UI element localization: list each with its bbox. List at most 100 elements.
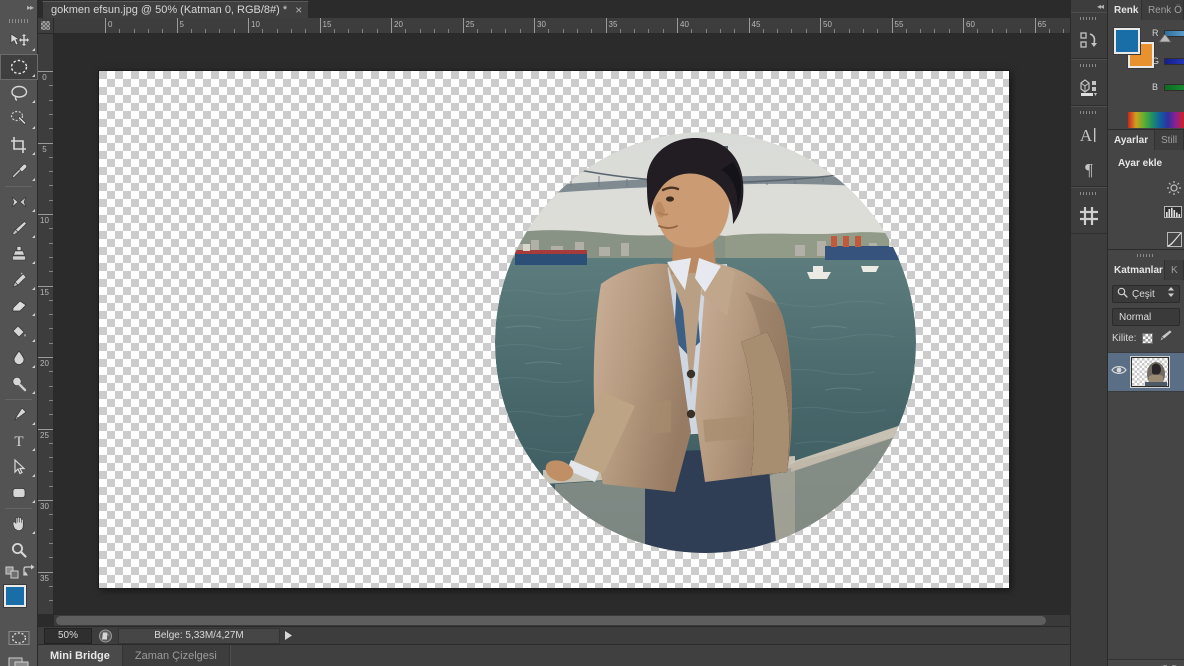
tab-ayarlar[interactable]: Ayarlar	[1108, 130, 1155, 150]
crop-tool[interactable]	[0, 132, 38, 158]
brush-tool[interactable]	[0, 215, 38, 241]
document-tab-title: gokmen efsun.jpg @ 50% (Katman 0, RGB/8#…	[51, 4, 288, 16]
ruler-minor-tick	[862, 29, 864, 33]
slider-track-g[interactable]	[1164, 57, 1184, 65]
quick-mask-button[interactable]	[0, 625, 38, 651]
filter-stepper-icon[interactable]	[1167, 285, 1175, 303]
link-layers-icon[interactable]	[1161, 662, 1178, 666]
history-brush-tool[interactable]	[0, 267, 38, 293]
tab-ayarlar-label: Ayarlar	[1114, 134, 1149, 146]
dodge-tool[interactable]	[0, 371, 38, 397]
toolbar-drag-grip[interactable]	[0, 14, 37, 28]
blend-mode-value: Normal	[1119, 311, 1152, 323]
lock-image-icon[interactable]	[1159, 329, 1173, 347]
close-icon[interactable]: ×	[295, 4, 302, 16]
layer-thumbnail[interactable]	[1130, 356, 1170, 388]
tab-katmanlar[interactable]: Katmanlar	[1108, 260, 1165, 280]
eraser-tool[interactable]	[0, 293, 38, 319]
canvas-horizontal-scrollbar[interactable]	[54, 614, 1096, 626]
document-size-info[interactable]: Belge: 5,33M/4,27M	[118, 627, 280, 644]
tab-timeline[interactable]: Zaman Çizelgesi	[123, 645, 230, 666]
tool-submenu-indicator-icon	[32, 48, 35, 51]
slider-track-b[interactable]	[1164, 83, 1184, 91]
move-tool[interactable]	[0, 28, 38, 54]
photo-bosphorus-portrait	[495, 132, 916, 553]
color-panel: Renk Renk Ö R G B	[1108, 0, 1184, 130]
healing-brush-tool[interactable]	[0, 189, 38, 215]
eyedropper-tool[interactable]	[0, 158, 38, 184]
ruler-minor-tick	[805, 29, 807, 33]
status-expand-arrow-icon[interactable]	[280, 630, 296, 641]
hand-tool[interactable]	[0, 511, 38, 537]
blend-mode-select[interactable]: Normal	[1112, 308, 1180, 326]
ruler-minor-tick	[405, 29, 407, 33]
bottom-tabs-filler	[229, 645, 1108, 666]
ruler-minor-tick	[49, 471, 53, 473]
lasso-tool[interactable]	[0, 80, 38, 106]
gradient-paintbucket-tool[interactable]	[0, 319, 38, 345]
ruler-minor-tick	[49, 242, 53, 244]
dock-grip[interactable]	[1071, 13, 1107, 24]
dock-grip[interactable]	[1071, 60, 1107, 71]
document-tab[interactable]: gokmen efsun.jpg @ 50% (Katman 0, RGB/8#…	[42, 1, 310, 18]
mini-bridge-icon[interactable]	[1071, 71, 1107, 105]
ruler-minor-tick	[133, 29, 135, 33]
layer-row[interactable]	[1108, 352, 1184, 392]
canvas-viewport[interactable]	[54, 34, 1096, 614]
dock-collapse-button[interactable]: ◂◂	[1071, 0, 1107, 12]
tab-stiller[interactable]: Still	[1155, 130, 1184, 150]
elliptical-marquee-tool[interactable]	[0, 54, 38, 80]
zoom-level-field[interactable]: 50%	[44, 627, 92, 644]
tab-mini-bridge[interactable]: Mini Bridge	[38, 645, 123, 666]
ruler-minor-tick	[1005, 29, 1007, 33]
color-slider-g[interactable]: G	[1152, 56, 1184, 66]
channel-label-b: B	[1152, 82, 1159, 92]
paragraph-icon[interactable]: ¶	[1071, 152, 1107, 186]
tab-kanallar[interactable]: K	[1165, 260, 1184, 280]
ruler-minor-tick	[705, 29, 707, 33]
curves-icon[interactable]	[1167, 232, 1182, 252]
tab-renk-ornekleri[interactable]: Renk Ö	[1142, 0, 1184, 20]
brightness-contrast-icon[interactable]	[1166, 180, 1182, 201]
history-icon[interactable]	[1071, 24, 1107, 58]
pen-tool[interactable]	[0, 402, 38, 428]
toolbar-collapse-button[interactable]: ▸▸	[0, 0, 37, 14]
dock-grip[interactable]	[1071, 188, 1107, 199]
document-preview-icon[interactable]	[92, 628, 118, 644]
adjustment-icons-row-1	[1166, 180, 1182, 201]
ruler-label: 55	[894, 20, 904, 29]
rectangle-shape-tool[interactable]	[0, 480, 38, 506]
lock-transparency-icon[interactable]	[1142, 332, 1154, 344]
layer-visibility-eye-icon[interactable]	[1111, 363, 1127, 381]
color-spectrum-ramp[interactable]	[1128, 112, 1184, 128]
layer-filter-row[interactable]: Çeşit	[1112, 285, 1180, 303]
slider-thumb-r-icon[interactable]	[1158, 33, 1172, 43]
ruler-origin-box[interactable]	[38, 18, 54, 34]
svg-text:T: T	[14, 434, 23, 450]
screen-mode-button[interactable]	[0, 651, 38, 666]
foreground-color-swatch[interactable]	[3, 584, 27, 608]
blur-tool[interactable]	[0, 345, 38, 371]
color-panel-foreground-swatch[interactable]	[1113, 27, 1141, 55]
quick-selection-tool[interactable]	[0, 106, 38, 132]
vertical-ruler[interactable]: 0 5 10 15 20 25 30 35	[38, 34, 54, 614]
adjustment-icons-row-3	[1167, 232, 1182, 252]
horizontal-ruler[interactable]: 0 5 10 15 20 25 30 35 40 45 50 55 60 65	[54, 18, 1108, 34]
zoom-tool[interactable]	[0, 537, 38, 563]
tool-submenu-indicator-icon	[32, 287, 35, 290]
type-tool[interactable]: T	[0, 428, 38, 454]
layers-panel-footer	[1108, 659, 1184, 666]
canvas-transparent-background[interactable]	[99, 71, 1009, 588]
character-icon[interactable]: A	[1071, 118, 1107, 152]
clone-stamp-tool[interactable]	[0, 241, 38, 267]
ruler-minor-tick	[548, 29, 550, 33]
levels-icon[interactable]	[1164, 206, 1182, 225]
tool-submenu-indicator-icon	[32, 365, 35, 368]
tab-renk[interactable]: Renk	[1108, 0, 1142, 20]
swatches-grid-icon[interactable]	[1071, 199, 1107, 233]
layer-image-circular[interactable]	[495, 132, 916, 553]
color-slider-b[interactable]: B	[1152, 82, 1184, 92]
scrollbar-thumb[interactable]	[56, 616, 1046, 625]
dock-grip[interactable]	[1071, 107, 1107, 118]
path-selection-tool[interactable]	[0, 454, 38, 480]
